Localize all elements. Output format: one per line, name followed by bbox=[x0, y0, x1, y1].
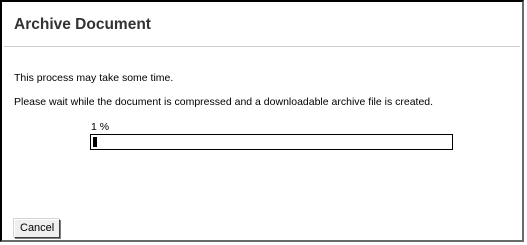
process-time-message: This process may take some time. bbox=[14, 72, 174, 84]
title-divider bbox=[4, 46, 520, 47]
progress-percent-label: 1 % bbox=[91, 121, 110, 133]
dialog-title: Archive Document bbox=[14, 16, 151, 33]
wait-message: Please wait while the document is compre… bbox=[14, 96, 434, 108]
archive-document-dialog: Archive Document This process may take s… bbox=[0, 0, 524, 242]
progress-bar-fill bbox=[93, 137, 97, 147]
cancel-button[interactable]: Cancel bbox=[14, 219, 61, 238]
progress-bar bbox=[90, 134, 453, 150]
